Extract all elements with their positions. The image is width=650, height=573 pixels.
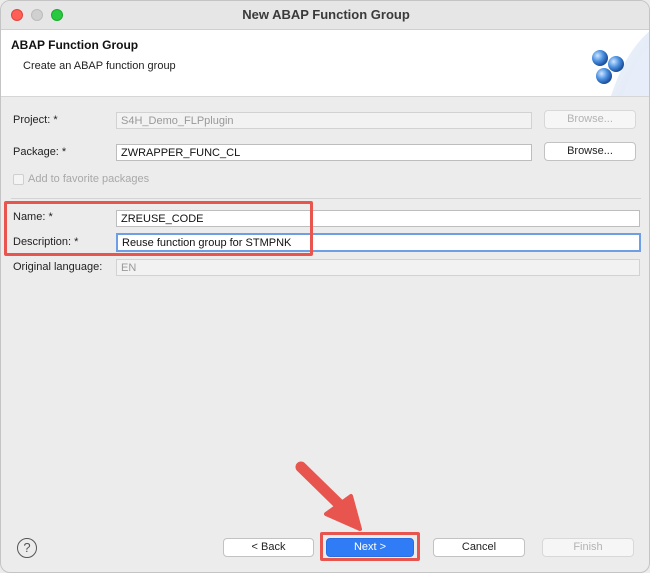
title-bar: New ABAP Function Group	[1, 1, 649, 30]
wizard-header: ABAP Function Group Create an ABAP funct…	[1, 30, 649, 97]
finish-button: Finish	[542, 538, 634, 557]
project-label: Project: *	[13, 114, 58, 126]
form-separator	[11, 198, 641, 199]
back-button[interactable]: < Back	[223, 538, 314, 557]
dialog-window: New ABAP Function Group ABAP Function Gr…	[0, 0, 650, 573]
add-favorite-label: Add to favorite packages	[28, 173, 150, 185]
add-favorite-checkbox[interactable]	[13, 174, 24, 185]
cancel-button[interactable]: Cancel	[433, 538, 525, 557]
help-icon[interactable]: ?	[17, 538, 37, 558]
wizard-title: ABAP Function Group	[11, 38, 139, 52]
original-language-field	[116, 259, 640, 276]
next-button[interactable]: Next >	[326, 538, 414, 557]
wizard-subtitle: Create an ABAP function group	[23, 60, 176, 72]
package-label: Package: *	[13, 146, 67, 158]
package-browse-button[interactable]: Browse...	[544, 142, 636, 161]
name-description-highlight	[4, 201, 313, 256]
package-field[interactable]	[116, 144, 532, 161]
original-language-label: Original language:	[13, 261, 103, 273]
project-browse-button: Browse...	[544, 110, 636, 129]
function-group-spheres-icon	[592, 31, 649, 96]
window-title: New ABAP Function Group	[242, 7, 410, 22]
project-field	[116, 112, 532, 129]
